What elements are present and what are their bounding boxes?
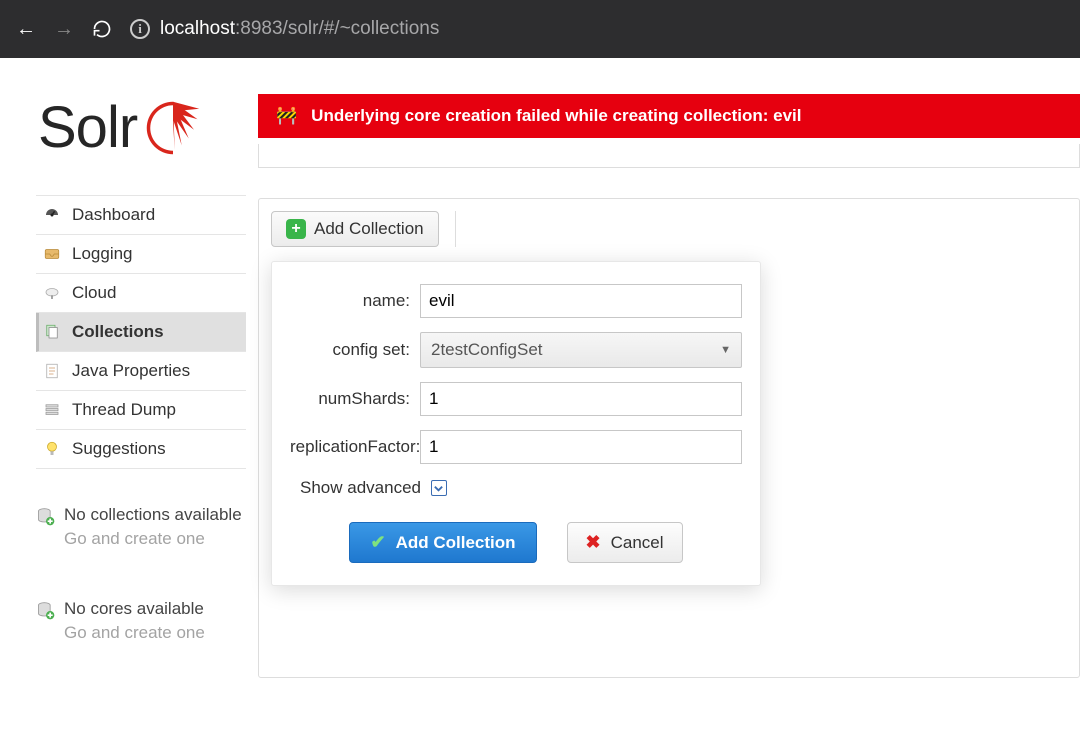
plus-icon: + (286, 219, 306, 239)
gauge-icon (42, 205, 62, 225)
label-replicationfactor: replicationFactor: (290, 437, 420, 457)
sidebar-item-label: Collections (72, 322, 164, 342)
check-icon: ✔ (370, 532, 385, 553)
sidebar-item-cloud[interactable]: Cloud (36, 274, 246, 313)
sidebar-nav: Dashboard Logging Cloud Collections Java… (36, 195, 246, 469)
label-configset: config set: (290, 340, 420, 360)
inbox-icon (42, 244, 62, 264)
logo-text: Solr (38, 94, 137, 161)
error-banner: 🚧 Underlying core creation failed while … (258, 94, 1080, 138)
sidebar-item-label: Java Properties (72, 361, 190, 381)
cancel-button[interactable]: ✖ Cancel (567, 522, 683, 563)
numshards-input[interactable] (420, 382, 742, 416)
close-icon: ✖ (586, 532, 601, 553)
sidebar-item-label: Cloud (72, 283, 116, 303)
label-name: name: (290, 291, 420, 311)
sidebar-item-thread-dump[interactable]: Thread Dump (36, 391, 246, 430)
replicationfactor-input[interactable] (420, 430, 742, 464)
site-info-icon[interactable]: i (130, 19, 150, 39)
sidebar-item-suggestions[interactable]: Suggestions (36, 430, 246, 469)
expand-icon (431, 480, 447, 496)
sidebar-item-logging[interactable]: Logging (36, 235, 246, 274)
button-label: Add Collection (314, 219, 424, 239)
sidebar-item-label: Dashboard (72, 205, 155, 225)
name-input[interactable] (420, 284, 742, 318)
cloud-icon (42, 283, 62, 303)
reload-button[interactable] (92, 19, 112, 39)
sidebar-item-label: Logging (72, 244, 133, 264)
content-panel: + Add Collection name: config set: 2test… (258, 198, 1080, 678)
sidebar-item-java-properties[interactable]: Java Properties (36, 352, 246, 391)
back-button[interactable]: ← (16, 18, 36, 41)
browser-chrome: ← → i localhost:8983/solr/#/~collections (0, 0, 1080, 58)
sidebar-item-dashboard[interactable]: Dashboard (36, 196, 246, 235)
stub-subtitle: Go and create one (64, 623, 205, 643)
stub-subtitle: Go and create one (64, 529, 242, 549)
sun-icon (145, 100, 201, 156)
stub-title: No collections available (64, 503, 242, 527)
no-collections-stub: No collections available Go and create o… (36, 503, 246, 549)
forward-button[interactable]: → (54, 18, 74, 41)
error-text: Underlying core creation failed while cr… (311, 106, 801, 126)
sidebar-item-label: Suggestions (72, 439, 166, 459)
advanced-label: Show advanced (300, 478, 421, 498)
button-label: Add Collection (396, 533, 516, 553)
show-advanced-toggle[interactable]: Show advanced (300, 478, 742, 498)
sub-banner (258, 144, 1080, 168)
configset-select[interactable]: 2testConfigSet ▼ (420, 332, 742, 368)
select-value: 2testConfigSet (431, 340, 543, 360)
add-collection-button[interactable]: + Add Collection (271, 211, 439, 247)
bulb-icon (42, 439, 62, 459)
sidebar-item-collections[interactable]: Collections (36, 313, 246, 352)
button-label: Cancel (611, 533, 664, 553)
chevron-down-icon: ▼ (720, 344, 731, 356)
address-bar[interactable]: i localhost:8983/solr/#/~collections (130, 18, 1064, 40)
database-add-icon (36, 601, 56, 621)
submit-add-collection-button[interactable]: ✔ Add Collection (349, 522, 536, 563)
sidebar-item-label: Thread Dump (72, 400, 176, 420)
solr-logo: Solr (36, 94, 246, 161)
stub-title: No cores available (64, 597, 205, 621)
database-add-icon (36, 507, 56, 527)
barrier-icon: 🚧 (276, 106, 297, 126)
url-text: localhost:8983/solr/#/~collections (160, 18, 439, 40)
separator (455, 211, 456, 247)
no-cores-stub: No cores available Go and create one (36, 597, 246, 643)
stack-icon (42, 400, 62, 420)
page-icon (42, 361, 62, 381)
label-numshards: numShards: (290, 389, 420, 409)
add-collection-form: name: config set: 2testConfigSet ▼ numSh… (271, 261, 761, 586)
documents-icon (42, 322, 62, 342)
